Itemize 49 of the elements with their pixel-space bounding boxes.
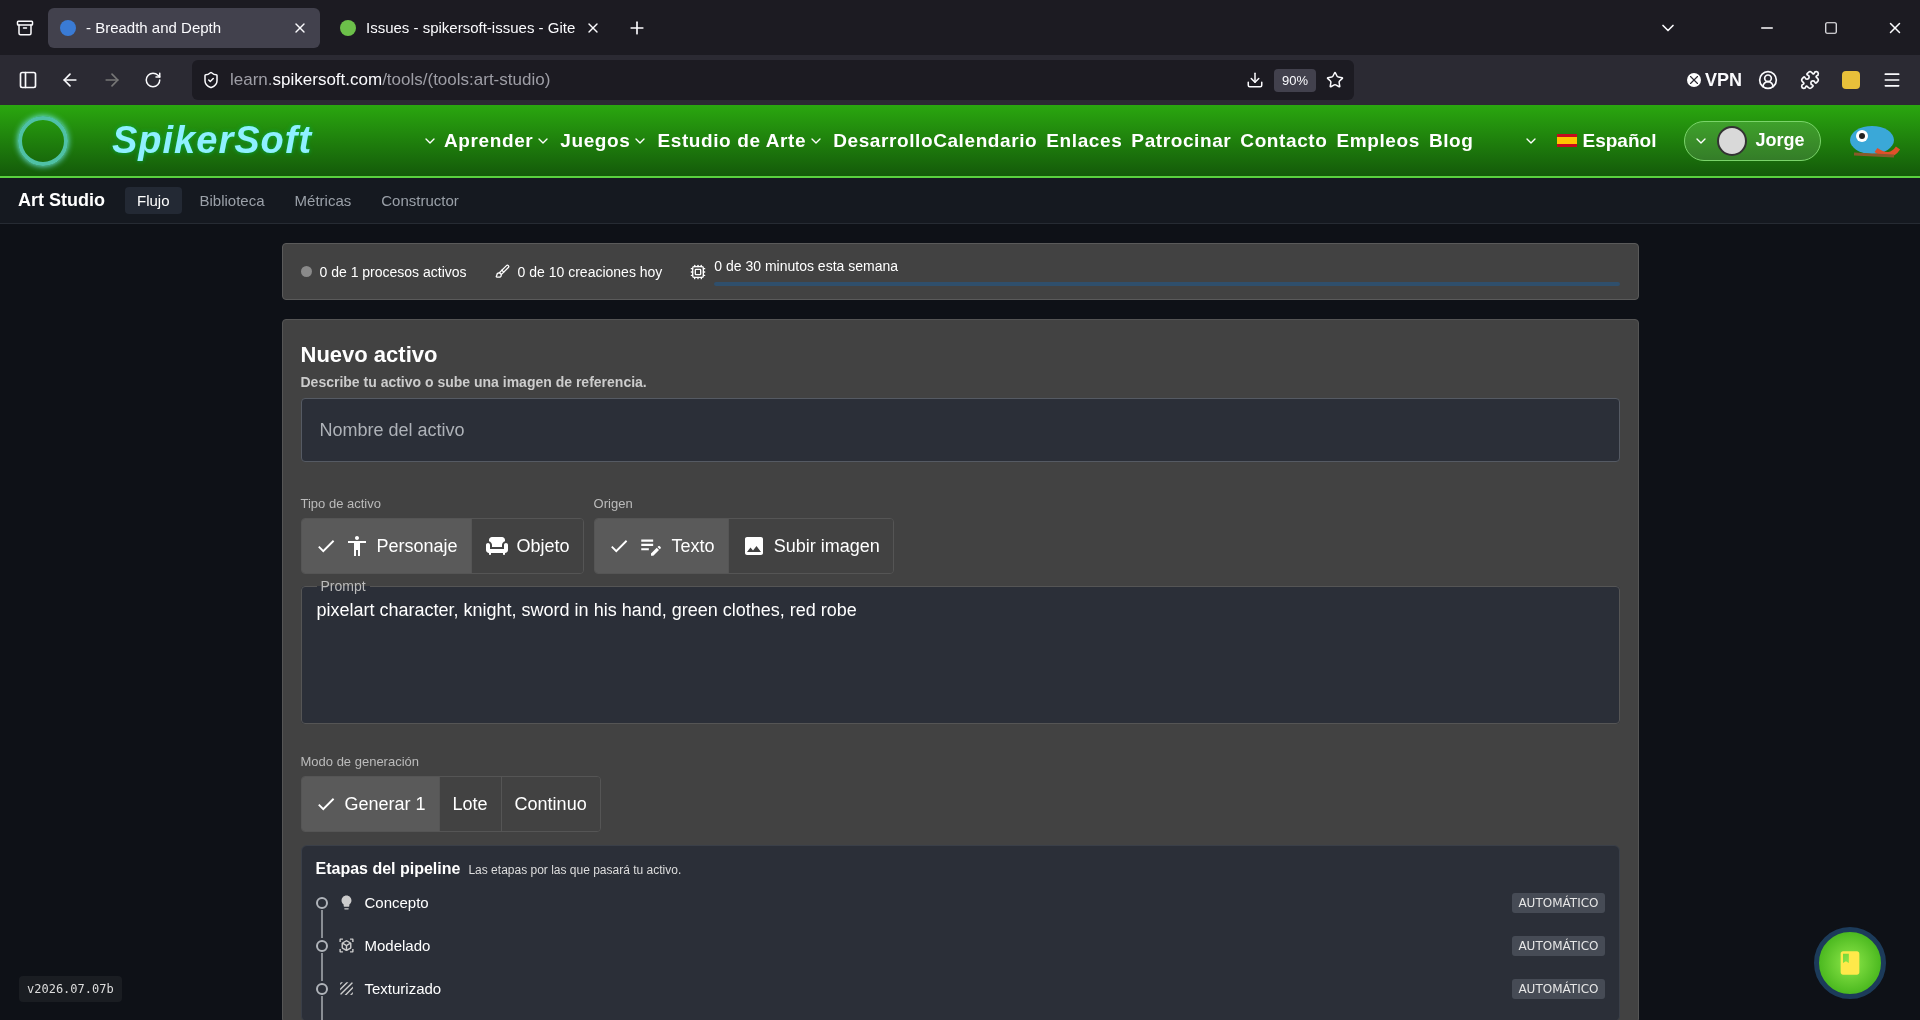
stage-badge: AUTOMÁTICO (1512, 935, 1605, 956)
user-menu-button[interactable]: Jorge (1684, 120, 1822, 161)
version-label: v2026.07.07b (19, 976, 122, 1002)
browser-tab[interactable]: - Breadth and Depth (48, 7, 320, 48)
vpn-button[interactable]: VPN (1687, 69, 1742, 91)
nav-link[interactable]: Enlaces (1046, 129, 1123, 152)
language-selector[interactable]: Español (1556, 129, 1657, 152)
nav-link[interactable]: Desarrollo (833, 129, 934, 152)
address-bar[interactable]: learn.spikersoft.com/tools/(tools:art-studio) 90% (192, 60, 1354, 100)
subnav-tab[interactable]: Biblioteca (187, 187, 277, 214)
form-subtitle: Describe tu activo o sube una imagen de referencia. (300, 374, 648, 390)
field-label: Origen (593, 496, 634, 511)
nav-link[interactable]: Aprender (444, 129, 552, 152)
stage-name: Modelado (364, 937, 432, 954)
stage-badge: AUTOMÁTICO (1512, 892, 1605, 913)
stage-name: Texturizado (364, 980, 443, 997)
browser-tab[interactable]: Issues - spikersoft-issues - Gite (328, 7, 614, 48)
toggle-button[interactable]: Continuo (500, 777, 600, 831)
subnav-tab[interactable]: Constructor (369, 187, 471, 214)
stage-name: Concepto (364, 894, 430, 911)
toggle-button[interactable]: Texto (594, 519, 728, 573)
nav-link[interactable]: Juegos (560, 129, 649, 152)
toggle-button[interactable]: Personaje (301, 519, 471, 573)
nav-link[interactable]: Estudio de Arte (657, 129, 825, 152)
subnav-tab[interactable]: Métricas (282, 187, 364, 214)
pipeline-title: Etapas del pipeline (315, 860, 461, 878)
url-text: learn.spikersoft.com/tools/(tools:art-studio) (230, 70, 552, 90)
nav-link[interactable]: Empleos (1336, 129, 1420, 152)
field-label: Tipo de activo (300, 496, 382, 511)
name-field[interactable]: Nombre del activo (300, 398, 1620, 462)
nav-link[interactable]: Blog (1428, 129, 1474, 152)
stat-text: 0 de 1 procesos activos (319, 263, 467, 280)
app-title: Art Studio (18, 190, 105, 211)
nav-link[interactable]: Calendario (933, 129, 1038, 152)
nav-link[interactable]: Contacto (1240, 129, 1328, 152)
field-label: Modo de generación (300, 754, 421, 769)
toggle-button[interactable]: Objeto (470, 519, 583, 573)
toggle-button[interactable]: Generar 1 (301, 777, 439, 831)
pipeline-subtitle: Las etapas por las que pasará tu activo. (468, 863, 682, 877)
nav-link[interactable]: Patrocinar (1131, 129, 1232, 152)
prompt-field[interactable]: Prompt pixelart character, knight, sword in his hand, green clothes, red robe (300, 578, 1620, 724)
stage-badge: AUTOMÁTICO (1512, 978, 1605, 999)
form-title: Nuevo activo (300, 342, 439, 368)
toggle-button[interactable]: Subir imagen (727, 519, 893, 573)
subnav-tab[interactable]: Flujo (125, 187, 182, 214)
site-logo[interactable]: SpikerSoft (112, 119, 313, 162)
stat-text: 0 de 10 creaciones hoy (517, 263, 663, 280)
stat-text: 0 de 30 minutos esta semana (714, 257, 900, 274)
zoom-level[interactable]: 90% (1273, 68, 1316, 92)
